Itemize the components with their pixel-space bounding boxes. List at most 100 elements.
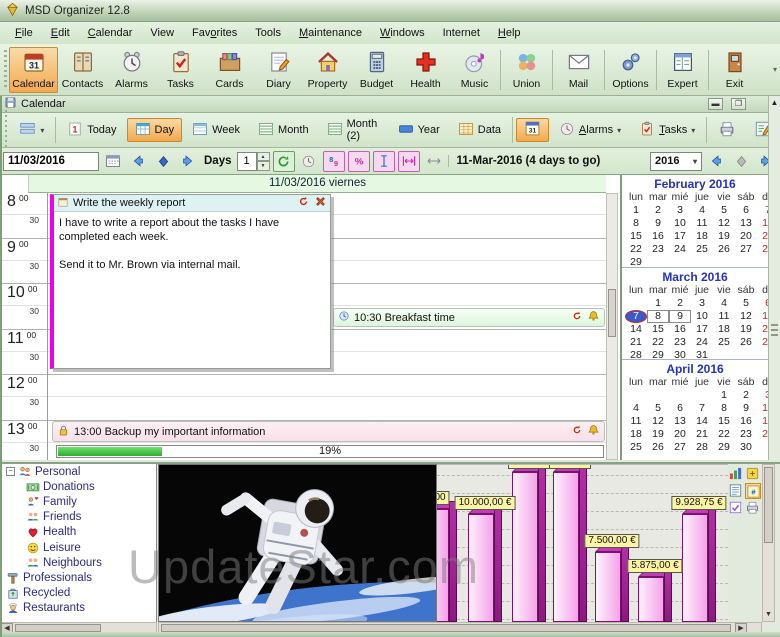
day-cell[interactable]: 25 xyxy=(625,441,647,454)
hours-toggle-button[interactable]: 89 xyxy=(322,150,345,172)
current-year-button[interactable] xyxy=(730,151,752,172)
sidebar-item-neighbours[interactable]: Neighbours xyxy=(0,555,156,570)
chart-view-icon[interactable] xyxy=(728,466,744,482)
scroll-down-icon[interactable]: ▼ xyxy=(763,610,774,621)
day-cell[interactable]: 20 xyxy=(735,230,757,243)
view-data-button[interactable]: Data xyxy=(450,118,509,142)
menu-item-calendar[interactable]: Calendar xyxy=(79,24,142,42)
sidebar-item-restaurants[interactable]: Restaurants xyxy=(0,601,156,616)
layout-dropdown-button[interactable]: ▾ xyxy=(11,118,52,142)
view-month-button[interactable]: Month xyxy=(250,118,317,142)
print-icon[interactable] xyxy=(745,500,761,516)
event-card-header[interactable]: Write the weekly report xyxy=(54,195,330,212)
day-cell[interactable]: 20 xyxy=(669,428,691,441)
alarms-dropdown-button[interactable]: Alarms ▾ xyxy=(551,118,629,142)
day-cell[interactable]: 2 xyxy=(647,204,669,217)
menu-item-tools[interactable]: Tools xyxy=(246,24,290,42)
view-week-button[interactable]: Week xyxy=(184,118,248,142)
day-view-scrollbar[interactable] xyxy=(606,193,618,460)
day-cell[interactable]: 17 xyxy=(757,415,768,428)
day-cell[interactable]: 27 xyxy=(757,336,768,349)
view-today-button[interactable]: 1 Today xyxy=(59,118,124,142)
add-icon[interactable] xyxy=(745,466,761,482)
refresh-button[interactable] xyxy=(272,150,295,172)
day-cell[interactable]: 1 xyxy=(713,389,735,402)
day-cell[interactable]: 16 xyxy=(669,323,691,336)
half-hour-row[interactable] xyxy=(48,375,606,398)
percent-toggle-button[interactable]: % xyxy=(347,150,370,172)
day-cell[interactable]: 12 xyxy=(713,217,735,230)
diary-button[interactable]: Diary xyxy=(254,47,303,93)
day-cell[interactable]: 29 xyxy=(625,256,647,269)
chart-bar-3[interactable] xyxy=(512,465,546,622)
day-cell[interactable]: 1 xyxy=(647,297,669,310)
view-year-button[interactable]: Year xyxy=(390,118,448,142)
tasks-button[interactable]: Tasks xyxy=(156,47,205,93)
span-toggle-button[interactable] xyxy=(397,150,420,172)
close-event-icon[interactable] xyxy=(314,195,327,211)
menu-item-maintenance[interactable]: Maintenance xyxy=(290,24,371,42)
day-cell[interactable]: 13 xyxy=(735,217,757,230)
scrollbar-thumb[interactable] xyxy=(764,467,773,543)
day-cell[interactable]: 24 xyxy=(691,336,713,349)
day-cell[interactable]: 1 xyxy=(625,204,647,217)
scroll-up-icon[interactable]: ▲ xyxy=(769,96,780,107)
day-cell[interactable]: 5 xyxy=(647,402,669,415)
days-down-button[interactable]: ▼ xyxy=(256,161,270,171)
music-button[interactable]: Music xyxy=(450,47,499,93)
day-cell[interactable]: 25 xyxy=(713,336,735,349)
mail-button[interactable]: Mail xyxy=(554,47,603,93)
chart-bar-1[interactable] xyxy=(437,501,457,622)
scrollbar-thumb[interactable] xyxy=(161,624,731,632)
list-view-icon[interactable] xyxy=(728,483,744,499)
day-cell[interactable] xyxy=(691,256,713,269)
year-select[interactable]: 2016 ▾ xyxy=(650,151,702,171)
date-picker-button[interactable] xyxy=(102,151,124,172)
menu-item-file[interactable]: File xyxy=(6,24,42,42)
day-cell[interactable]: 7 xyxy=(691,402,713,415)
day-cell[interactable]: 4 xyxy=(625,402,647,415)
day-cell[interactable]: 8 xyxy=(647,310,669,323)
day-cell[interactable]: 12 xyxy=(735,310,757,323)
day-cell[interactable]: 28 xyxy=(757,243,768,256)
sidebar-item-leisure[interactable]: Leisure xyxy=(0,540,156,555)
days-stepper[interactable]: ▲▼ xyxy=(236,151,270,171)
day-cell[interactable]: 21 xyxy=(757,230,768,243)
day-cell[interactable]: 23 xyxy=(647,243,669,256)
day-cell[interactable]: 22 xyxy=(625,243,647,256)
select-icon[interactable] xyxy=(728,500,744,516)
day-cell[interactable]: 11 xyxy=(713,310,735,323)
day-cell[interactable]: 10 xyxy=(757,402,768,415)
day-cell[interactable]: 28 xyxy=(625,349,647,362)
event-backup[interactable]: 13:00 Backup my important information xyxy=(52,421,605,442)
day-cell[interactable] xyxy=(735,349,757,362)
hour-row[interactable] xyxy=(48,375,606,421)
timebar-toggle-button[interactable] xyxy=(372,150,395,172)
sidebar-item-family[interactable]: Family xyxy=(0,494,156,509)
alarms-button[interactable]: Alarms xyxy=(107,47,156,93)
day-cell[interactable]: 22 xyxy=(647,336,669,349)
toolbar-overflow-button[interactable]: ▾ xyxy=(770,50,780,90)
day-cell[interactable] xyxy=(625,297,647,310)
day-cell[interactable]: 19 xyxy=(735,323,757,336)
scrollbar-thumb[interactable] xyxy=(608,289,616,337)
day-cell[interactable]: 18 xyxy=(691,230,713,243)
day-cell[interactable]: 22 xyxy=(713,428,735,441)
day-cell[interactable]: 4 xyxy=(713,297,735,310)
day-cell[interactable]: 30 xyxy=(669,349,691,362)
day-cell[interactable] xyxy=(757,349,768,362)
previous-day-button[interactable] xyxy=(127,151,149,172)
date-input[interactable] xyxy=(3,151,99,171)
time-display-button[interactable] xyxy=(298,151,320,172)
day-cell[interactable]: 21 xyxy=(691,428,713,441)
day-cell[interactable]: 15 xyxy=(625,230,647,243)
day-cell[interactable]: 7 xyxy=(625,310,647,323)
menu-item-view[interactable]: View xyxy=(141,24,183,42)
chart-bar-7[interactable] xyxy=(682,506,716,622)
day-cell[interactable]: 29 xyxy=(713,441,735,454)
day-cell[interactable]: 16 xyxy=(647,230,669,243)
day-cell[interactable]: 12 xyxy=(647,415,669,428)
day-cell[interactable]: 6 xyxy=(757,297,768,310)
expert-button[interactable]: Expert xyxy=(658,47,707,93)
sidebar-item-health[interactable]: Health xyxy=(0,525,156,540)
